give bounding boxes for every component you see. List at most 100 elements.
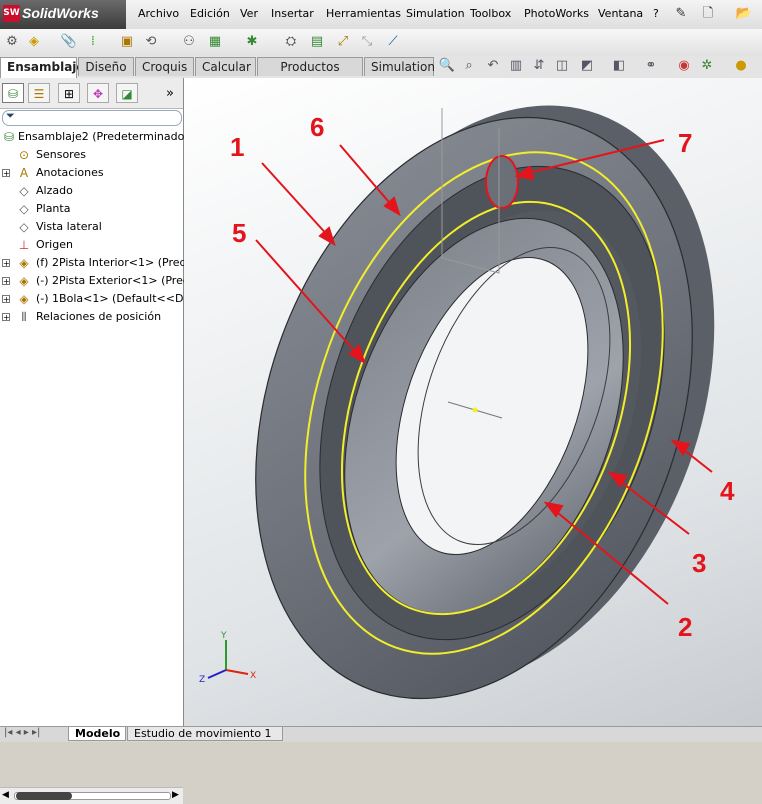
menu-insertar[interactable]: Insertar bbox=[271, 7, 314, 20]
section-view-icon[interactable]: ▥ bbox=[507, 57, 525, 75]
new-document-icon[interactable]: 🗋 bbox=[697, 4, 719, 24]
filter-icon: ⏷ bbox=[6, 109, 15, 122]
menu-ver[interactable]: Ver bbox=[240, 7, 258, 20]
edit-appearance-icon[interactable]: ⚭ bbox=[642, 57, 660, 75]
apply-scene-icon[interactable]: ◉ bbox=[675, 57, 693, 75]
expand-toggle-icon[interactable]: + bbox=[2, 259, 10, 268]
menu-toolbox[interactable]: Toolbox bbox=[470, 7, 511, 20]
scroll-right-icon[interactable]: ▶ bbox=[172, 790, 179, 800]
sensor-icon: ⊙ bbox=[18, 148, 30, 162]
menu-photoworks[interactable]: PhotoWorks bbox=[524, 7, 589, 20]
zoom-to-fit-icon[interactable]: 🔍 bbox=[438, 57, 456, 75]
propertymanager-icon[interactable]: ☰ bbox=[28, 83, 50, 103]
tree-item-label: Vista lateral bbox=[36, 220, 102, 233]
graphics-area[interactable]: 1 2 3 4 5 6 7 Y X Z bbox=[184, 78, 762, 726]
insert-components-icon[interactable]: ⚙ bbox=[3, 33, 21, 51]
feature-tree: ⛁ Ensamblaje2 (Predeterminado<<I ⊙ Sensor… bbox=[0, 128, 206, 408]
pin-icon[interactable]: ✎ bbox=[670, 4, 692, 24]
zoom-to-area-icon[interactable]: ⌕ bbox=[460, 57, 478, 75]
tab-croquis[interactable]: Croquis bbox=[135, 57, 194, 76]
app-name: SolidWorks bbox=[22, 5, 99, 21]
command-manager-tabs: Ensamblaje Diseño Croquis Calcular Produ… bbox=[0, 56, 762, 93]
callout-1: 1 bbox=[230, 132, 244, 162]
mates-icon: ⫴ bbox=[21, 310, 27, 324]
panel-horizontal-scrollbar[interactable]: ◀ ▶ bbox=[0, 787, 183, 804]
tree-root-label: Ensamblaje2 (Predeterminado<<I bbox=[18, 130, 207, 143]
plane-icon: ◇ bbox=[19, 184, 29, 198]
open-folder-icon[interactable]: 📂 bbox=[733, 4, 755, 24]
tab-motion-study[interactable]: Estudio de movimiento 1 bbox=[127, 727, 283, 741]
callout-3: 3 bbox=[692, 548, 706, 578]
display-manager-icon[interactable]: ◪ bbox=[116, 83, 138, 103]
tab-modelo[interactable]: Modelo bbox=[68, 727, 126, 741]
scroll-left-icon[interactable]: ◀ bbox=[2, 790, 9, 800]
origin-icon: ⊥ bbox=[18, 238, 30, 252]
expand-toggle-icon[interactable]: + bbox=[2, 295, 10, 304]
exploded-view-icon[interactable]: ⤢ bbox=[334, 33, 352, 51]
tree-filter-input[interactable]: ⏷ bbox=[2, 109, 182, 126]
menu-bar: SW SolidWorks Archivo Edición Ver Insert… bbox=[0, 0, 762, 30]
origin-point bbox=[472, 407, 478, 413]
tab-calcular[interactable]: Calcular bbox=[195, 57, 256, 76]
tree-item-label: Planta bbox=[36, 202, 71, 215]
previous-view-icon[interactable]: ↶ bbox=[484, 57, 502, 75]
configurationmanager-icon[interactable]: ⊞ bbox=[58, 83, 80, 103]
tree-item-label: (f) 2Pista Interior<1> (Predet bbox=[36, 256, 198, 269]
explode-line-sketch-icon[interactable]: ⤡ bbox=[358, 33, 376, 51]
feature-manager-panel: ⛁ ☰ ⊞ ✥ ◪ » ⏷ ⛁ Ensamblaje2 (Predetermin… bbox=[0, 78, 206, 804]
assembly-features-icon[interactable]: ▦ bbox=[206, 33, 224, 51]
tab-scroll-icons[interactable]: |◂ ◂ ▸ ▸| bbox=[4, 727, 40, 738]
smart-fasteners-icon[interactable]: ▣ bbox=[118, 33, 136, 51]
bottom-tabs-bar: |◂ ◂ ▸ ▸| Modelo Estudio de movimiento 1 bbox=[0, 726, 762, 742]
menu-simulation[interactable]: Simulation bbox=[406, 7, 465, 20]
interference-detection-icon[interactable]: ⟋ bbox=[384, 33, 402, 51]
tab-ensamblaje[interactable]: Ensamblaje bbox=[0, 57, 85, 78]
realview-icon[interactable]: ● bbox=[732, 57, 750, 75]
show-hidden-icon[interactable]: ⚇ bbox=[180, 33, 198, 51]
scroll-thumb[interactable] bbox=[16, 792, 72, 800]
expand-toggle-icon[interactable]: + bbox=[2, 277, 10, 286]
mate-icon[interactable]: 📎 bbox=[60, 33, 78, 51]
menu-help[interactable]: ? bbox=[653, 7, 659, 20]
tab-simulation[interactable]: Simulation bbox=[364, 57, 435, 76]
triad-y-label: Y bbox=[220, 631, 227, 641]
new-part-icon[interactable]: ◈ bbox=[25, 33, 43, 51]
menu-herramientas[interactable]: Herramientas bbox=[326, 7, 401, 20]
move-component-icon[interactable]: ⟲ bbox=[142, 33, 160, 51]
callout-4: 4 bbox=[720, 476, 735, 506]
part-icon: ◈ bbox=[19, 256, 29, 270]
tree-item-label: Relaciones de posición bbox=[36, 310, 162, 323]
tab-diseno[interactable]: Diseño bbox=[78, 57, 134, 76]
menu-archivo[interactable]: Archivo bbox=[138, 7, 179, 20]
dimxpert-icon[interactable]: ✥ bbox=[87, 83, 109, 103]
featuremanager-icon[interactable]: ⛁ bbox=[2, 83, 24, 103]
expand-toggle-icon[interactable]: + bbox=[2, 169, 10, 178]
view-settings-icon[interactable]: ✲ bbox=[698, 57, 716, 75]
linear-pattern-icon[interactable]: ⁞ bbox=[84, 33, 102, 51]
panel-more-button[interactable]: » bbox=[166, 86, 174, 101]
menu-ventana[interactable]: Ventana bbox=[598, 7, 643, 20]
menu-edicion[interactable]: Edición bbox=[190, 7, 230, 20]
new-motion-study-icon[interactable]: ⛭ bbox=[282, 33, 300, 51]
callout-2: 2 bbox=[678, 612, 692, 642]
plane-icon: ◇ bbox=[19, 220, 29, 234]
annotation-icon: A bbox=[19, 166, 29, 180]
assembly-toolbar: ⚙ ◈ 📎 ⁞ ▣ ⟲ ⚇ ▦ ✱ ⛭ ▤ ⤢ ⤡ ⟋ bbox=[0, 29, 762, 57]
dynamic-annotation-icon[interactable]: ⇵ bbox=[530, 57, 548, 75]
tab-productos-office[interactable]: Productos Office bbox=[257, 57, 363, 93]
callout-5: 5 bbox=[232, 218, 246, 248]
ball-part bbox=[485, 155, 519, 209]
reference-geometry-icon[interactable]: ✱ bbox=[243, 33, 261, 51]
callout-7: 7 bbox=[678, 128, 692, 158]
bill-of-materials-icon[interactable]: ▤ bbox=[308, 33, 326, 51]
solidworks-logo: SW SolidWorks bbox=[0, 0, 126, 29]
hide-show-items-icon[interactable]: ◧ bbox=[610, 57, 628, 75]
tree-item-label: (-) 2Pista Exterior<1> (Predet bbox=[36, 274, 201, 287]
bearing-assembly-model[interactable]: 1 2 3 4 5 6 7 Y X Z bbox=[184, 78, 762, 726]
part-icon: ◈ bbox=[19, 292, 29, 306]
tree-item-label: (-) 1Bola<1> (Default<<Defa bbox=[36, 292, 201, 305]
view-orientation-icon[interactable]: ◫ bbox=[553, 57, 571, 75]
plane-icon: ◇ bbox=[19, 202, 29, 216]
display-style-icon[interactable]: ◩ bbox=[578, 57, 596, 75]
expand-toggle-icon[interactable]: + bbox=[2, 313, 10, 322]
